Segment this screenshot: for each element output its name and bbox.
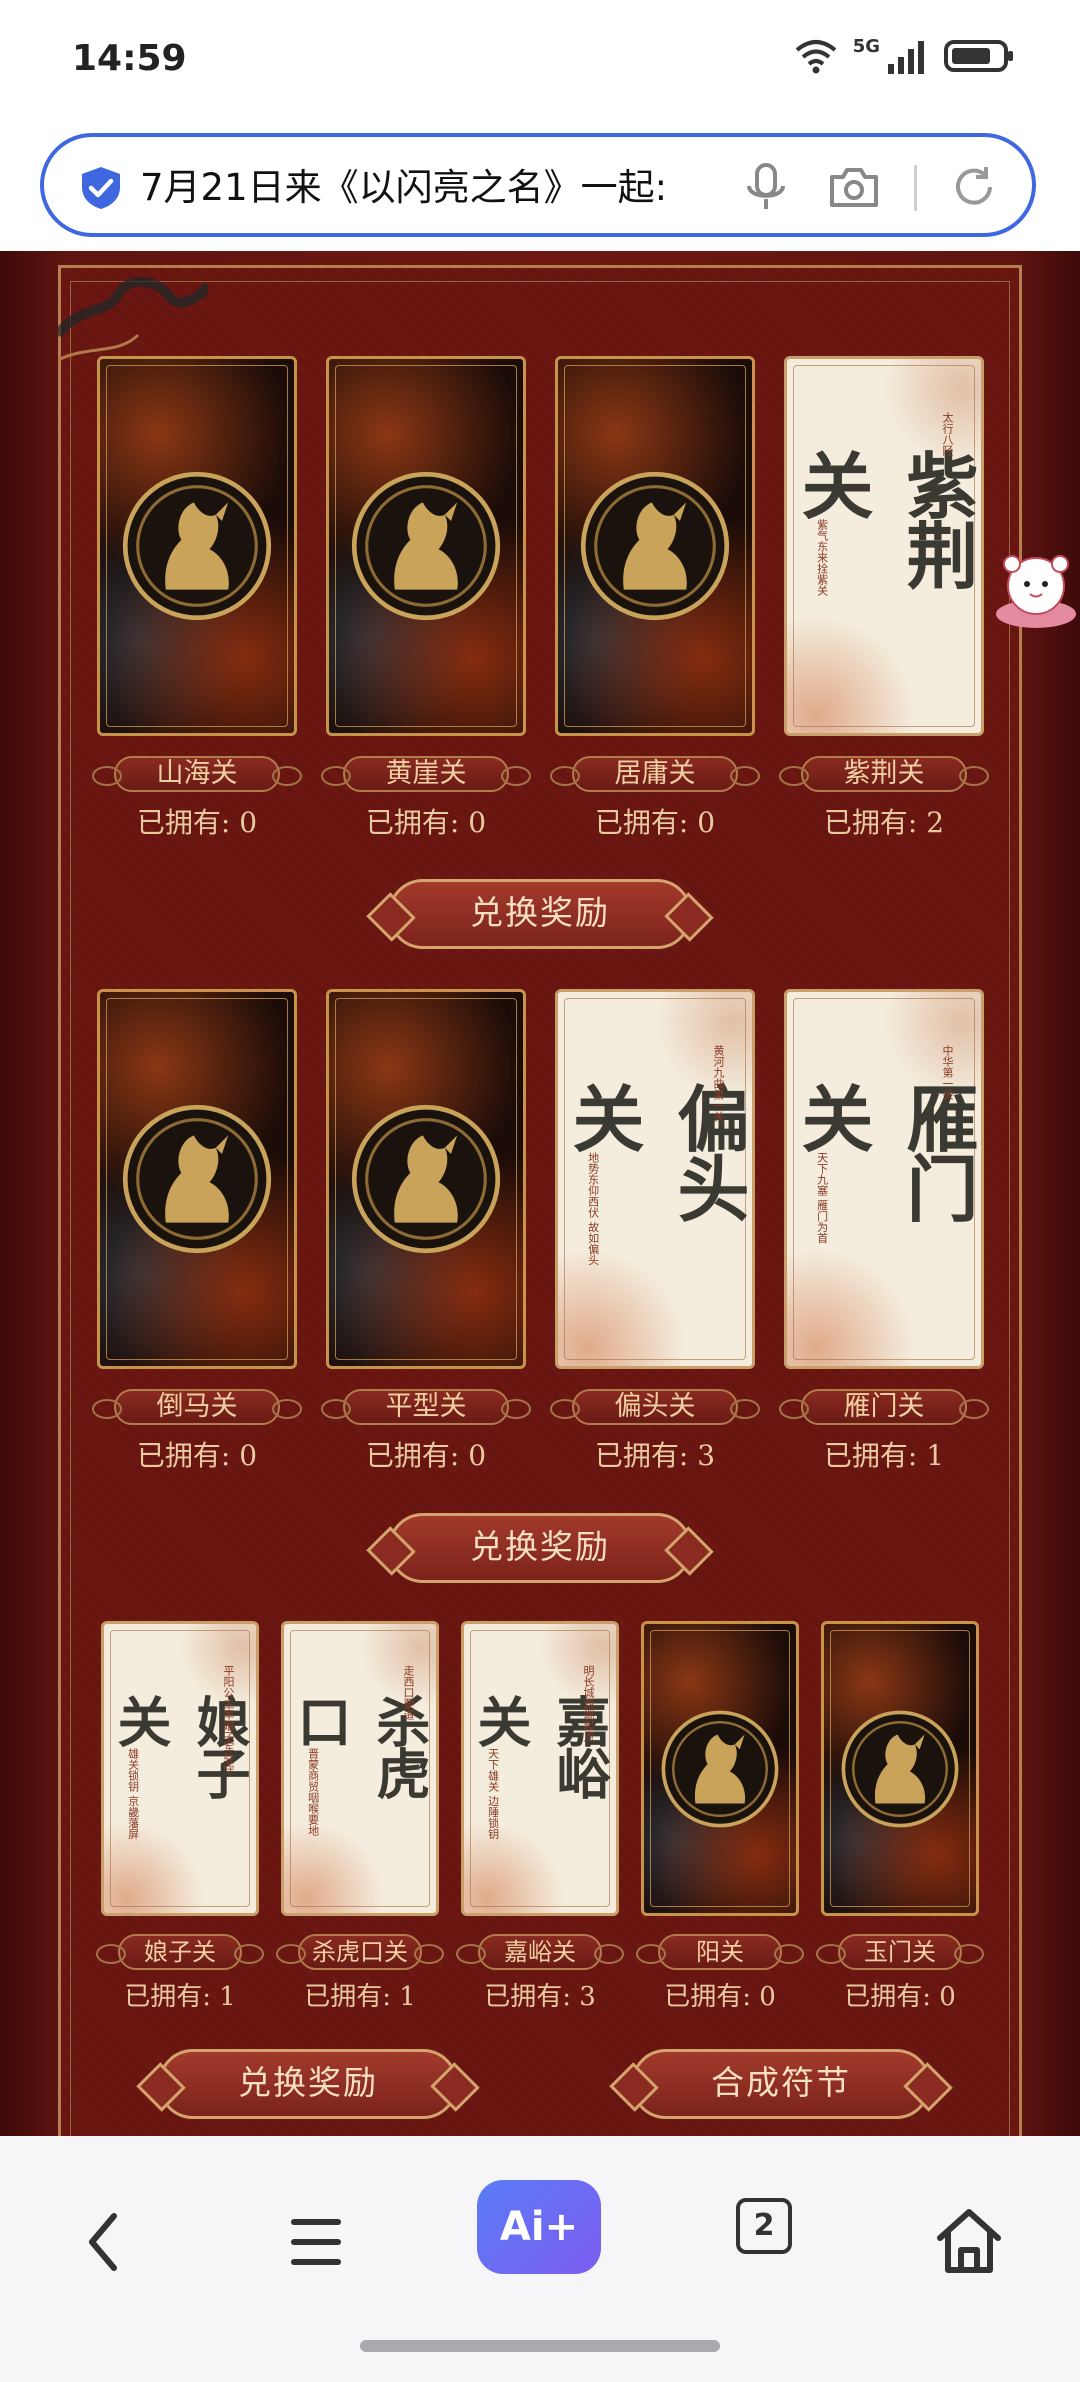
pass-card[interactable]: 雁门关 中华第一关天下九塞 雁门为首 xyxy=(784,989,984,1369)
pass-card[interactable]: 娘子关 平阳公主率娘子军驻守雄关锁钥 京畿藩屏 xyxy=(101,1621,259,1916)
ai-assistant-button[interactable]: Ai+ xyxy=(477,2180,601,2274)
back-icon[interactable] xyxy=(52,2186,162,2296)
owned-count: 已拥有: 0 xyxy=(365,806,487,839)
owned-count: 已拥有: 1 xyxy=(304,1982,416,2012)
card-name-label: 山海关 xyxy=(92,756,302,792)
pass-card[interactable] xyxy=(821,1621,979,1916)
card-name-label: 阳关 xyxy=(636,1934,804,1970)
owned-count: 已拥有: 1 xyxy=(124,1982,236,2012)
owned-count: 已拥有: 0 xyxy=(844,1982,956,2012)
card-calligraphy: 杀虎口 xyxy=(288,1693,431,1798)
card-subtitle: 地势东仰西伏 故如偏头 xyxy=(586,1152,600,1266)
card-name-label: 倒马关 xyxy=(92,1389,302,1425)
card-name-label: 偏头关 xyxy=(550,1389,760,1425)
pass-card[interactable] xyxy=(326,356,526,736)
status-icons: 5G xyxy=(793,36,1016,76)
page-content: 山海关 已拥有: 0 黄崖关 已拥有: 0 居庸关 已拥有: 0 紫荆关 太行八陉 紫气东来拴紫… xyxy=(0,251,1080,2136)
network-label: 5G xyxy=(852,36,880,57)
synthesize-button[interactable]: 合成符节 xyxy=(631,2049,931,2119)
signal-icon xyxy=(888,41,924,74)
card-calligraphy: 偏头关 xyxy=(560,1081,750,1222)
card-subtitle: 中华第一关 xyxy=(941,1045,954,1100)
card-subtitle: 明长城西端起点 xyxy=(582,1665,595,1742)
refresh-icon[interactable] xyxy=(946,159,1002,215)
mascot-float-icon[interactable] xyxy=(990,548,1078,632)
card-subtitle: 太行八陉 xyxy=(941,412,954,456)
card-calligraphy: 嘉峪关 xyxy=(468,1693,611,1798)
owned-count: 已拥有: 3 xyxy=(484,1982,596,2012)
card-name-label: 黄崖关 xyxy=(321,756,531,792)
card-name-label: 娘子关 xyxy=(96,1934,264,1970)
owned-count: 已拥有: 0 xyxy=(365,1439,487,1472)
card-subtitle: 雄关锁钥 京畿藩屏 xyxy=(126,1748,140,1840)
camera-icon[interactable] xyxy=(826,159,882,215)
card-name-label: 平型关 xyxy=(321,1389,531,1425)
pass-card[interactable]: 嘉峪关 明长城西端起点天下雄关 边陲锁钥 xyxy=(461,1621,619,1916)
owned-count: 已拥有: 0 xyxy=(664,1982,776,2012)
pass-card[interactable]: 偏头关 黄河九曲第一关地势东仰西伏 故如偏头 xyxy=(555,989,755,1369)
pass-card[interactable]: 紫荆关 太行八陉紫气东来拴紫关 xyxy=(784,356,984,736)
pass-card[interactable] xyxy=(97,356,297,736)
owned-count: 已拥有: 2 xyxy=(823,806,945,839)
pass-card[interactable] xyxy=(326,989,526,1369)
card-name-label: 嘉峪关 xyxy=(456,1934,624,1970)
redeem-reward-button[interactable]: 兑换奖励 xyxy=(388,1513,692,1583)
address-separator xyxy=(914,165,917,211)
shield-icon xyxy=(82,167,120,209)
pass-card[interactable] xyxy=(555,356,755,736)
card-subtitle: 天下雄关 边陲锁钥 xyxy=(486,1748,500,1840)
card-subtitle: 天下九塞 雁门为首 xyxy=(815,1152,829,1244)
owned-count: 已拥有: 3 xyxy=(594,1439,716,1472)
owned-count: 已拥有: 0 xyxy=(136,806,258,839)
redeem-reward-button[interactable]: 兑换奖励 xyxy=(158,2049,458,2119)
card-subtitle: 晋蒙商贸咽喉要地 xyxy=(306,1748,320,1836)
home-icon[interactable] xyxy=(914,2186,1024,2296)
card-subtitle: 紫气东来拴紫关 xyxy=(815,519,829,596)
card-subtitle: 黄河九曲第一关 xyxy=(712,1045,725,1122)
card-name-label: 杀虎口关 xyxy=(276,1934,444,1970)
card-name-label: 雁门关 xyxy=(779,1389,989,1425)
card-name-label: 紫荆关 xyxy=(779,756,989,792)
pass-card[interactable] xyxy=(641,1621,799,1916)
owned-count: 已拥有: 1 xyxy=(823,1439,945,1472)
card-subtitle: 平阳公主率娘子军驻守 xyxy=(222,1665,235,1775)
pass-card[interactable]: 杀虎口 走西口要道晋蒙商贸咽喉要地 xyxy=(281,1621,439,1916)
status-time: 14:59 xyxy=(72,38,187,79)
card-name-label: 玉门关 xyxy=(816,1934,984,1970)
url-text[interactable]: 7月21日来《以闪亮之名》一起: xyxy=(140,163,735,213)
address-bar[interactable]: 7月21日来《以闪亮之名》一起: xyxy=(40,133,1036,237)
menu-icon[interactable] xyxy=(260,2186,370,2296)
owned-count: 已拥有: 0 xyxy=(136,1439,258,1472)
battery-icon xyxy=(944,40,1013,72)
owned-count: 已拥有: 0 xyxy=(594,806,716,839)
pass-card[interactable] xyxy=(97,989,297,1369)
card-subtitle: 走西口要道 xyxy=(402,1665,415,1720)
wifi-icon xyxy=(795,40,836,74)
microphone-icon[interactable] xyxy=(738,159,794,215)
tabs-button[interactable]: 2 xyxy=(736,2198,792,2254)
redeem-reward-button[interactable]: 兑换奖励 xyxy=(388,879,692,949)
card-calligraphy: 娘子关 xyxy=(108,1693,251,1798)
card-name-label: 居庸关 xyxy=(550,756,760,792)
status-bar: 14:59 5G xyxy=(0,0,1080,125)
card-calligraphy: 紫荆关 xyxy=(789,448,979,589)
card-calligraphy: 雁门关 xyxy=(789,1081,979,1222)
home-indicator xyxy=(360,2340,720,2352)
